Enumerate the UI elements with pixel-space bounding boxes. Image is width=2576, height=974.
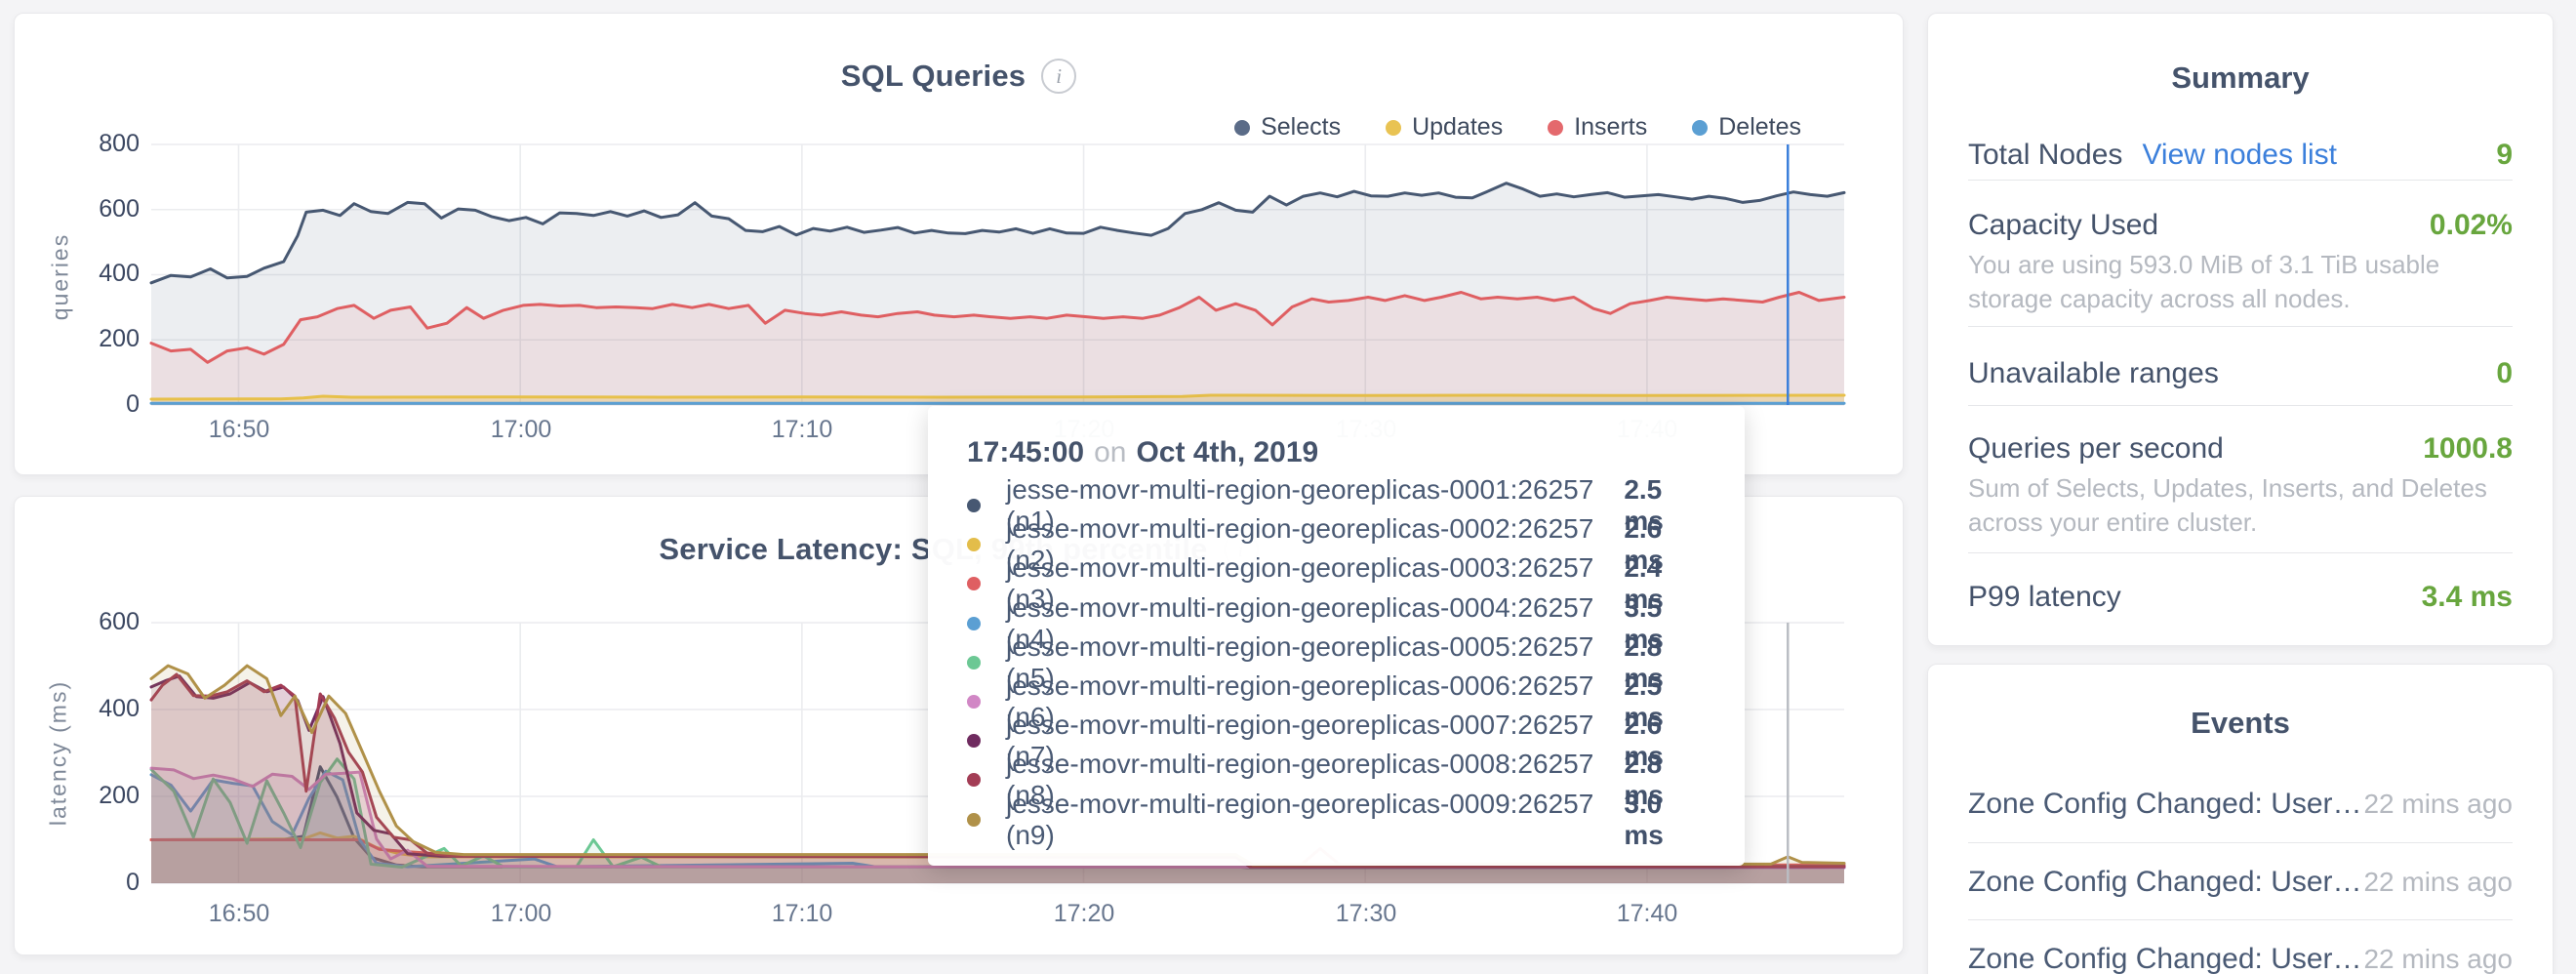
- queries-per-second-label: Queries per second: [1968, 432, 2224, 466]
- latency-xtick: 16:50: [171, 900, 307, 928]
- node-latency-value: 3.0 ms: [1624, 789, 1706, 851]
- sql-ytick: 0: [32, 390, 140, 419]
- tooltip-rows: jesse-movr-multi-region-georeplicas-0001…: [967, 486, 1706, 839]
- node-color-dot-icon: [967, 577, 981, 590]
- cluster-overview-page: { "sql_chart": { "title": "SQL Queries",…: [0, 0, 2576, 974]
- node-color-dot-icon: [967, 695, 981, 709]
- divider: [1968, 405, 2513, 406]
- event-time: 22 mins ago: [2363, 944, 2513, 974]
- node-color-dot-icon: [967, 499, 981, 512]
- total-nodes-row: Total Nodes View nodes list 9: [1968, 126, 2513, 184]
- node-color-dot-icon: [967, 617, 981, 630]
- node-color-dot-icon: [967, 813, 981, 827]
- queries-per-second-desc: Sum of Selects, Updates, Inserts, and De…: [1968, 471, 2513, 540]
- tooltip-date: Oct 4th, 2019: [1136, 436, 1318, 469]
- event-row[interactable]: Zone Config Changed: User… 22 mins ago: [1968, 784, 2513, 825]
- sql-chart-legend: Selects Updates Inserts Deletes: [1234, 113, 1801, 142]
- event-row[interactable]: Zone Config Changed: User… 22 mins ago: [1968, 862, 2513, 903]
- legend-label: Selects: [1261, 113, 1341, 142]
- capacity-used-row: Capacity Used 0.02%: [1968, 201, 2513, 250]
- legend-label: Inserts: [1574, 113, 1647, 142]
- event-row[interactable]: Zone Config Changed: User… 22 mins ago: [1968, 939, 2513, 974]
- summary-panel: Summary Total Nodes View nodes list 9 Ca…: [1927, 13, 2554, 646]
- summary-title: Summary: [1928, 61, 2553, 96]
- sql-queries-plot[interactable]: [151, 144, 1844, 405]
- sql-xtick: 16:50: [171, 416, 307, 444]
- unavailable-ranges-row: Unavailable ranges 0: [1968, 349, 2513, 398]
- events-title: Events: [1928, 706, 2553, 741]
- sql-xtick: 17:00: [453, 416, 589, 444]
- divider: [1968, 842, 2513, 843]
- tooltip-time: 17:45:00: [967, 436, 1084, 469]
- sql-ytick: 200: [32, 325, 140, 353]
- node-color-dot-icon: [967, 734, 981, 748]
- node-color-dot-icon: [967, 656, 981, 670]
- divider: [1968, 326, 2513, 327]
- latency-ytick: 600: [32, 608, 140, 636]
- legend-item-deletes[interactable]: Deletes: [1692, 113, 1801, 142]
- capacity-used-label: Capacity Used: [1968, 209, 2158, 242]
- latency-xtick: 17:10: [734, 900, 870, 928]
- legend-label: Deletes: [1718, 113, 1801, 142]
- sql-chart-title-row: SQL Queries i: [15, 59, 1903, 94]
- node-color-dot-icon: [967, 538, 981, 551]
- events-panel: Events Zone Config Changed: User… 22 min…: [1927, 664, 2554, 974]
- sql-ytick: 600: [32, 195, 140, 223]
- total-nodes-value: 9: [2496, 139, 2513, 172]
- p99-latency-label: P99 latency: [1968, 581, 2121, 614]
- event-time: 22 mins ago: [2363, 789, 2513, 820]
- latency-yaxis-title: latency (ms): [46, 656, 72, 851]
- event-time: 22 mins ago: [2363, 867, 2513, 898]
- p99-latency-value: 3.4 ms: [2422, 581, 2513, 614]
- latency-ytick: 400: [32, 695, 140, 723]
- sql-ytick: 400: [32, 260, 140, 288]
- latency-xtick: 17:30: [1298, 900, 1434, 928]
- queries-per-second-value: 1000.8: [2423, 432, 2513, 466]
- legend-item-updates[interactable]: Updates: [1386, 113, 1503, 142]
- sql-chart-title: SQL Queries: [841, 59, 1026, 94]
- legend-label: Updates: [1412, 113, 1503, 142]
- tooltip-on: on: [1094, 436, 1126, 469]
- p99-latency-row: P99 latency 3.4 ms: [1968, 573, 2513, 622]
- selects-dot-icon: [1234, 120, 1250, 136]
- chart-hover-tooltip: 17:45:00 on Oct 4th, 2019 jesse-movr-mul…: [928, 406, 1745, 866]
- view-nodes-list-link[interactable]: View nodes list: [2142, 139, 2337, 172]
- legend-item-selects[interactable]: Selects: [1234, 113, 1341, 142]
- divider: [1968, 552, 2513, 553]
- event-title: Zone Config Changed: User…: [1968, 866, 2362, 899]
- latency-xtick: 17:20: [1016, 900, 1152, 928]
- total-nodes-label: Total Nodes: [1968, 139, 2122, 172]
- info-icon[interactable]: i: [1041, 59, 1076, 94]
- capacity-used-value: 0.02%: [2430, 209, 2513, 242]
- node-color-dot-icon: [967, 773, 981, 787]
- deletes-dot-icon: [1692, 120, 1708, 136]
- node-name: jesse-movr-multi-region-georeplicas-0009…: [1006, 789, 1624, 851]
- inserts-dot-icon: [1548, 120, 1563, 136]
- latency-xtick: 17:00: [453, 900, 589, 928]
- sql-xtick: 17:10: [734, 416, 870, 444]
- event-title: Zone Config Changed: User…: [1968, 943, 2362, 974]
- sql-ytick: 800: [32, 130, 140, 158]
- legend-item-inserts[interactable]: Inserts: [1548, 113, 1647, 142]
- latency-ytick: 0: [32, 869, 140, 897]
- capacity-used-desc: You are using 593.0 MiB of 3.1 TiB usabl…: [1968, 248, 2513, 316]
- updates-dot-icon: [1386, 120, 1401, 136]
- latency-ytick: 200: [32, 782, 140, 810]
- unavailable-ranges-value: 0: [2496, 357, 2513, 390]
- unavailable-ranges-label: Unavailable ranges: [1968, 357, 2219, 390]
- divider: [1968, 180, 2513, 181]
- queries-per-second-row: Queries per second 1000.8: [1968, 425, 2513, 473]
- latency-xtick: 17:40: [1579, 900, 1715, 928]
- tooltip-row-n9: jesse-movr-multi-region-georeplicas-0009…: [967, 800, 1706, 839]
- divider: [1968, 919, 2513, 920]
- event-title: Zone Config Changed: User…: [1968, 788, 2362, 821]
- tooltip-header: 17:45:00 on Oct 4th, 2019: [967, 431, 1706, 474]
